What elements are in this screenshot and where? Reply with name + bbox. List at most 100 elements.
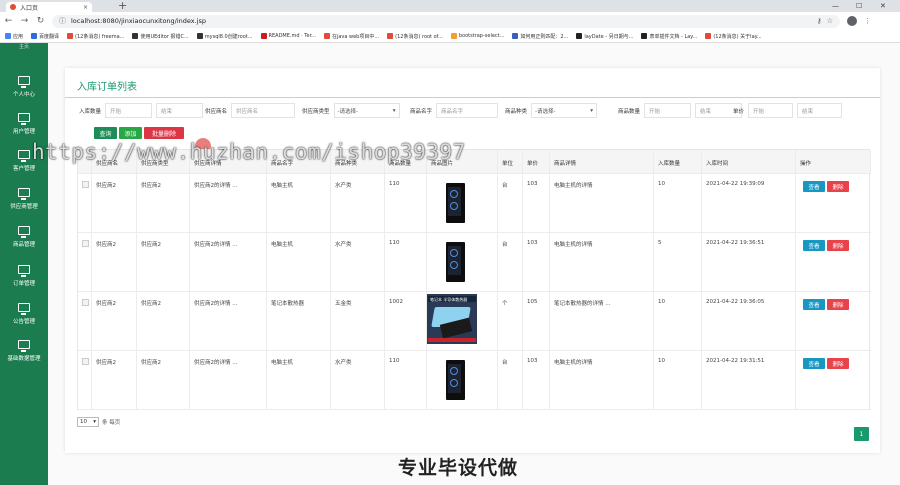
url-bar[interactable]: ⓘ localhost:8080/jinxiaocunxitong/index.… (52, 14, 840, 28)
bookmark-item[interactable]: 表单插件文档 - Lay... (641, 33, 697, 40)
bookmark-favicon-icon (323, 33, 330, 39)
sidebar-item-label: 供应商管理 (10, 204, 38, 210)
column-header[interactable]: 商品详情 (550, 150, 654, 173)
delete-button[interactable]: 删除 (827, 299, 849, 310)
delete-button[interactable]: 删除 (827, 181, 849, 192)
view-button[interactable]: 查看 (803, 181, 825, 192)
bookmark-item[interactable]: (12条消息) freema... (67, 33, 124, 40)
cell-category: 五金类 (331, 292, 385, 350)
supplier-label: 供应商名 (205, 108, 228, 115)
product-qty-label: 商品数量 (618, 108, 641, 115)
new-tab-button[interactable]: + (118, 0, 127, 12)
bookmark-item[interactable]: (12条消息) 关于lay... (705, 33, 762, 40)
bookmark-item[interactable]: (12条消息) root of... (387, 33, 443, 40)
bookmark-item[interactable]: bootstrap-select... (450, 33, 504, 39)
bookmark-item[interactable]: 在java web项目中... (323, 33, 379, 40)
sidebar-item-supplier-management[interactable]: 供应商管理 (0, 188, 48, 210)
page-number-button[interactable]: 1 (854, 427, 869, 441)
reload-icon[interactable]: ↻ (36, 16, 45, 26)
product-type-label: 商品种类 (505, 108, 528, 115)
row-checkbox[interactable] (82, 299, 89, 306)
info-icon[interactable]: ⓘ (59, 16, 66, 26)
laptop-cooler-image: 笔记本 半导体散热器 (427, 294, 477, 344)
cell-detail: 电脑主机的详情 (550, 174, 654, 232)
bookmark-item[interactable]: 应用 (5, 33, 23, 40)
bookmark-star-icon[interactable]: ☆ (827, 17, 833, 25)
cell-supplier-detail: 供应商2的详情 ... (190, 351, 267, 409)
monitor-icon (18, 113, 30, 125)
sidebar-item-product-management[interactable]: 商品管理 (0, 226, 48, 248)
profile-avatar-icon[interactable] (847, 16, 857, 26)
price-end-input[interactable]: 结束 (797, 103, 843, 118)
view-button[interactable]: 查看 (803, 358, 825, 369)
column-header[interactable]: 操作 (796, 150, 871, 173)
query-button[interactable]: 查询 (94, 127, 117, 139)
bookmark-item[interactable]: layDate - 另日期与... (576, 33, 633, 40)
product-qty-start-input[interactable]: 开始 (644, 103, 692, 118)
monitor-icon (18, 226, 30, 238)
sidebar-top-label[interactable]: 主页 (0, 43, 48, 50)
delete-button[interactable]: 删除 (827, 358, 849, 369)
delete-button[interactable]: 删除 (827, 240, 849, 251)
view-button[interactable]: 查看 (803, 240, 825, 251)
bookmark-label: 如何用正则匹配：2... (520, 33, 569, 40)
cell-detail: 笔记本散热器的详情 ... (550, 292, 654, 350)
window-minimize-button[interactable]: — (832, 0, 839, 12)
url-text: localhost:8080/jinxiaocunxitong/index.js… (71, 17, 207, 25)
cell-detail: 电脑主机的详情 (550, 233, 654, 291)
cell-stock: 110 (385, 351, 427, 409)
forward-arrow-icon[interactable]: → (20, 16, 29, 26)
row-checkbox[interactable] (82, 358, 89, 365)
view-button[interactable]: 查看 (803, 299, 825, 310)
cell-price: 103 (523, 174, 550, 232)
window-close-button[interactable]: ✕ (880, 0, 886, 12)
bookmark-label: (12条消息) root of... (395, 33, 443, 40)
quantity-start-input[interactable]: 开始 (105, 103, 153, 118)
bookmark-item[interactable]: 百度翻译 (31, 33, 59, 40)
product-type-value: -请选择- (535, 108, 556, 115)
row-checkbox[interactable] (82, 181, 89, 188)
page-size-select[interactable]: 10 ▾ (77, 417, 99, 427)
bookmark-item[interactable]: mysql8.0创建root... (196, 33, 253, 40)
sidebar-item-user-management[interactable]: 用户管理 (0, 113, 48, 135)
bookmark-item[interactable]: 使用UEditor 报错C... (132, 33, 189, 40)
bookmark-item[interactable]: 如何用正则匹配：2... (512, 33, 568, 40)
supplier-input[interactable]: 供应商名 (231, 103, 296, 118)
bookmark-label: README.md · Ter... (268, 33, 316, 39)
cell-price: 103 (523, 233, 550, 291)
cell-supplier-type: 供应商2 (137, 174, 190, 232)
quantity-end-input[interactable]: 结束 (156, 103, 204, 118)
bookmark-favicon-icon (31, 33, 38, 39)
cell-in-time: 2021-04-22 19:39:09 (702, 174, 796, 232)
cell-category: 水产类 (331, 233, 385, 291)
column-header[interactable]: 单位 (498, 150, 523, 173)
batch-delete-button[interactable]: 批量删除 (144, 127, 184, 139)
column-header[interactable]: 单价 (523, 150, 550, 173)
product-image-cell (427, 233, 498, 291)
product-type-select[interactable]: -请选择- ▾ (531, 103, 598, 118)
bookmark-favicon-icon (260, 33, 267, 39)
add-button[interactable]: 添加 (119, 127, 142, 139)
sidebar-item-personal-center[interactable]: 个人中心 (0, 76, 48, 98)
product-name-input[interactable]: 商品名字 (436, 103, 499, 118)
sidebar-item-order-management[interactable]: 订单管理 (0, 265, 48, 287)
sidebar-item-label: 基础数据管理 (7, 356, 41, 362)
monitor-icon (18, 265, 30, 277)
sidebar-item-notice-management[interactable]: 公告管理 (0, 303, 48, 325)
tab-close-icon[interactable]: × (83, 4, 88, 11)
browser-menu-icon[interactable]: ⋮ (864, 17, 871, 25)
window-maximize-button[interactable]: ☐ (856, 0, 862, 12)
back-arrow-icon[interactable]: ← (4, 16, 13, 26)
sidebar-item-base-data-management[interactable]: 基础数据管理 (0, 340, 48, 362)
supplier-type-select[interactable]: -请选择- ▾ (333, 103, 400, 118)
action-group: 查看 删除 (803, 292, 871, 310)
bookmark-label: 使用UEditor 报错C... (140, 33, 189, 40)
key-icon[interactable]: ⚷ (817, 17, 822, 25)
column-header[interactable]: 入库时间 (702, 150, 796, 173)
row-checkbox[interactable] (82, 240, 89, 247)
price-start-input[interactable]: 开始 (748, 103, 794, 118)
column-header[interactable]: 入库数量 (654, 150, 702, 173)
tab-title: 入口页 (20, 4, 39, 12)
browser-tab[interactable]: 入口页 × (6, 2, 92, 12)
bookmark-item[interactable]: README.md · Ter... (260, 33, 316, 39)
